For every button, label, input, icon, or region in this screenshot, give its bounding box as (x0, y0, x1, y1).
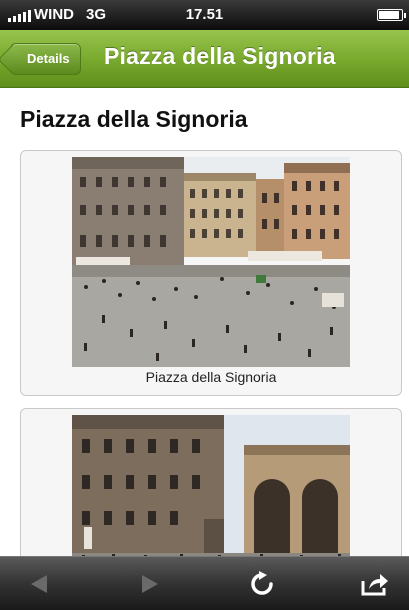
palazzo-vecchio-photo[interactable] (72, 415, 350, 556)
image-card[interactable] (20, 408, 402, 556)
reload-icon[interactable] (245, 567, 279, 601)
piazza-photo[interactable] (72, 157, 350, 367)
image-caption: Piazza della Signoria (145, 369, 277, 385)
status-bar: WIND 3G 17.51 (0, 0, 409, 30)
back-arrow-icon[interactable] (22, 567, 56, 601)
navigation-bar: Details Piazza della Signoria (0, 30, 409, 88)
back-button-label: Details (27, 51, 70, 66)
forward-arrow-icon[interactable] (133, 567, 167, 601)
page-title: Piazza della Signoria (20, 106, 248, 132)
browser-toolbar (0, 556, 409, 610)
image-card[interactable]: Piazza della Signoria (20, 150, 402, 396)
back-button[interactable]: Details (10, 43, 81, 75)
share-icon[interactable] (358, 567, 392, 601)
content-area[interactable]: Piazza della Signoria Piazza della Signo… (0, 89, 409, 556)
clock: 17.51 (185, 6, 224, 23)
nav-title: Piazza della Signoria (104, 43, 336, 69)
battery-icon (377, 9, 406, 21)
